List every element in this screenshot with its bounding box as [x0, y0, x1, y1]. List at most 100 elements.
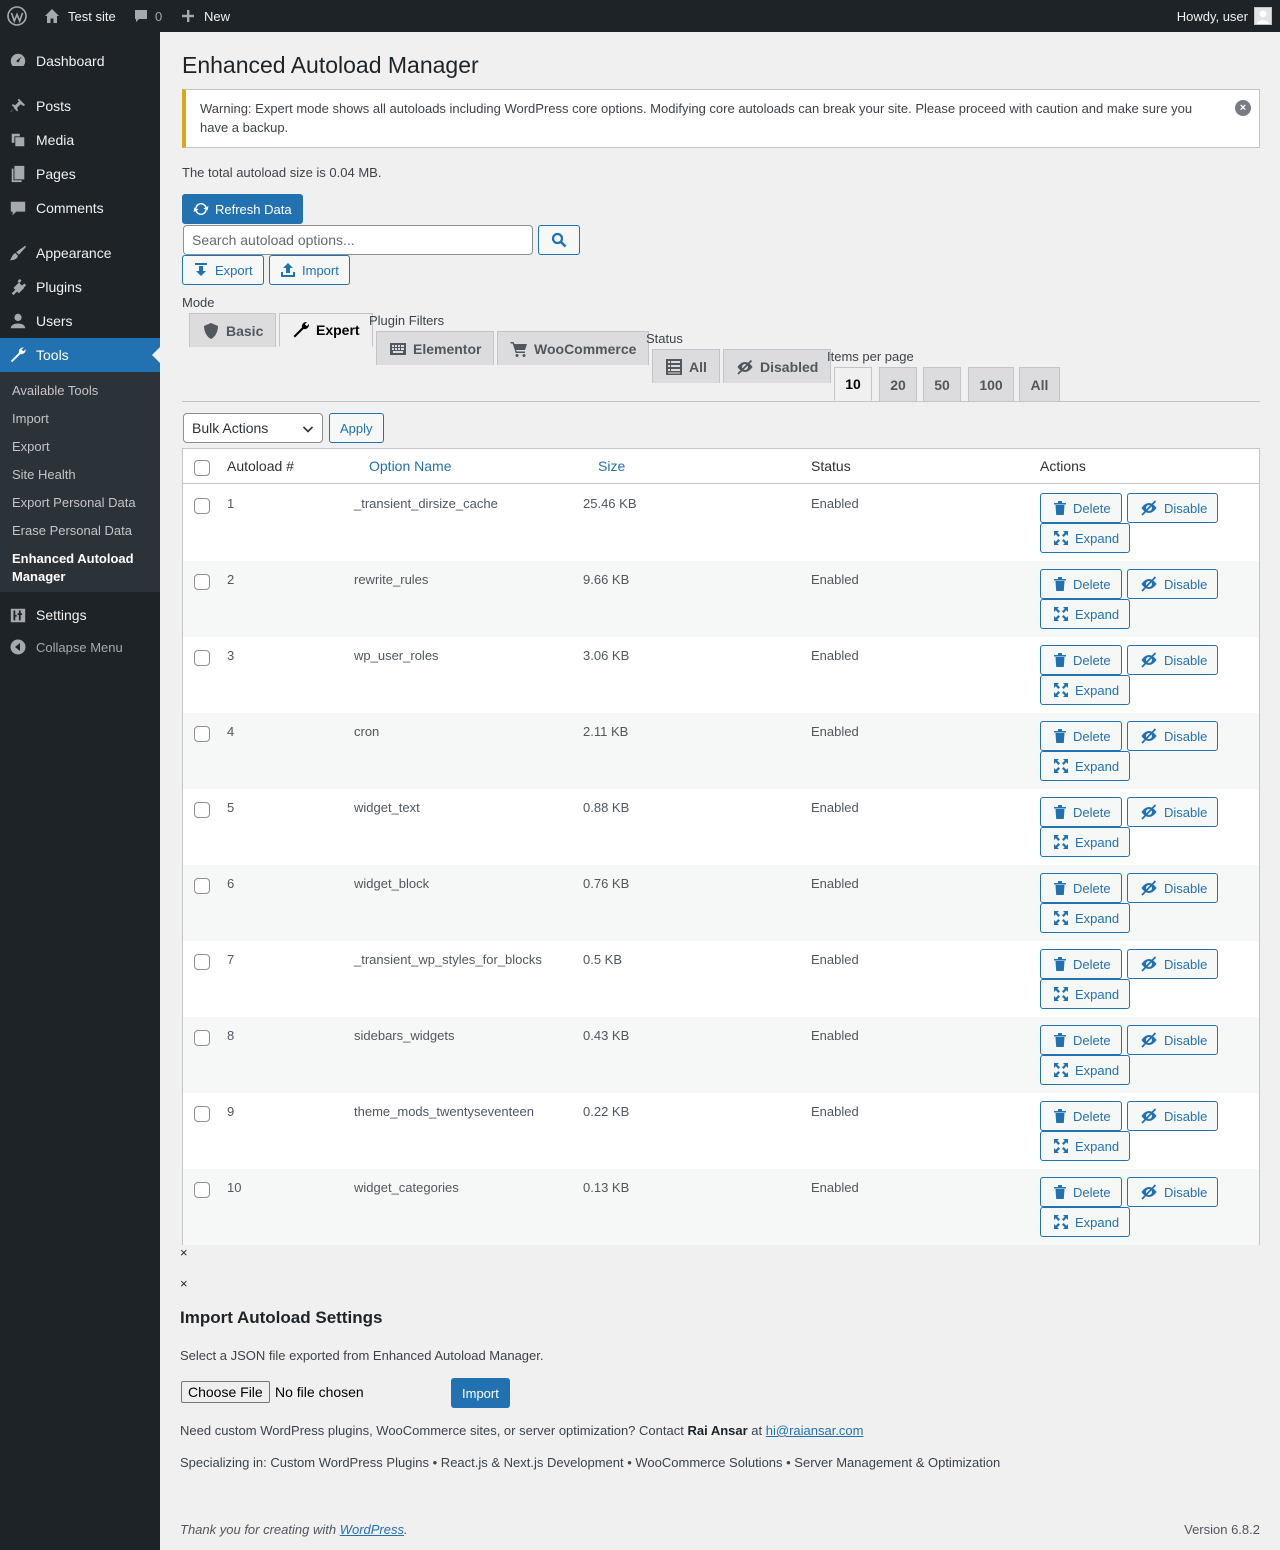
expand-button[interactable]: Expand [1040, 1207, 1131, 1237]
tab-basic-mode[interactable]: Basic [189, 313, 277, 347]
row-checkbox[interactable] [194, 498, 210, 514]
delete-label: Delete [1073, 500, 1111, 516]
collapse-menu-button[interactable]: Collapse Menu [0, 632, 160, 662]
row-checkbox[interactable] [194, 878, 210, 894]
row-checkbox[interactable] [194, 574, 210, 590]
tab-status-disabled[interactable]: Disabled [723, 349, 832, 383]
disable-button[interactable]: Disable [1127, 1101, 1219, 1131]
wordpress-logo-icon[interactable] [7, 0, 27, 32]
disable-button[interactable]: Disable [1127, 1177, 1219, 1207]
comments-link[interactable]: 0 [133, 0, 162, 32]
sidebar-item-media[interactable]: Media [0, 123, 160, 157]
choose-file-button[interactable]: Choose File [181, 1381, 270, 1403]
disable-button[interactable]: Disable [1127, 873, 1219, 903]
disable-button[interactable]: Disable [1127, 949, 1219, 979]
option-name-cell: widget_text [354, 800, 420, 815]
import-button[interactable]: Import [269, 255, 350, 285]
sidebar-item-dashboard[interactable]: Dashboard [0, 44, 160, 78]
row-checkbox[interactable] [194, 1106, 210, 1122]
import-submit-button[interactable]: Import [451, 1378, 510, 1408]
row-checkbox[interactable] [194, 1182, 210, 1198]
row-checkbox[interactable] [194, 954, 210, 970]
delete-button[interactable]: Delete [1040, 797, 1122, 827]
disable-button[interactable]: Disable [1127, 1025, 1219, 1055]
expand-button[interactable]: Expand [1040, 1131, 1131, 1161]
disable-button[interactable]: Disable [1127, 797, 1219, 827]
tab-per-page-50[interactable]: 50 [923, 367, 961, 401]
delete-button[interactable]: Delete [1040, 1025, 1122, 1055]
tab-woocommerce[interactable]: WooCommerce [497, 331, 650, 365]
expand-button[interactable]: Expand [1040, 523, 1131, 553]
row-checkbox[interactable] [194, 650, 210, 666]
tab-per-page-20[interactable]: 20 [879, 367, 917, 401]
disable-button[interactable]: Disable [1127, 645, 1219, 675]
tab-expert-mode[interactable]: Expert [279, 313, 373, 347]
new-content-link[interactable]: New [181, 0, 230, 32]
expand-button[interactable]: Expand [1040, 979, 1131, 1009]
submenu-item-import[interactable]: Import [12, 410, 152, 428]
close-icon[interactable]: × [180, 1276, 188, 1291]
sidebar-item-pages[interactable]: Pages [0, 157, 160, 191]
sidebar-item-tools[interactable]: Tools [0, 338, 160, 372]
delete-button[interactable]: Delete [1040, 721, 1122, 751]
submenu-item-erase-personal-data[interactable]: Erase Personal Data [12, 522, 152, 540]
bulk-actions-select[interactable]: Bulk Actions [183, 413, 323, 443]
contact-email-link[interactable]: hi@raiansar.com [766, 1423, 864, 1438]
delete-label: Delete [1073, 956, 1111, 972]
expand-button[interactable]: Expand [1040, 599, 1131, 629]
disable-button[interactable]: Disable [1127, 569, 1219, 599]
tab-elementor[interactable]: Elementor [376, 331, 495, 365]
tab-per-page-100[interactable]: 100 [968, 367, 1014, 401]
site-name-link[interactable]: Test site [44, 0, 116, 32]
avatar [1254, 7, 1272, 25]
disable-button[interactable]: Disable [1127, 721, 1219, 751]
my-account-link[interactable]: Howdy, user [1177, 0, 1272, 32]
select-all-checkbox[interactable] [194, 460, 210, 476]
tab-per-page-10[interactable]: 10 [834, 367, 872, 401]
expand-button[interactable]: Expand [1040, 903, 1131, 933]
delete-button[interactable]: Delete [1040, 873, 1122, 903]
sidebar-item-appearance[interactable]: Appearance [0, 236, 160, 270]
sidebar-item-plugins[interactable]: Plugins [0, 270, 160, 304]
delete-button[interactable]: Delete [1040, 645, 1122, 675]
column-option-name[interactable]: Option Name [369, 458, 451, 474]
row-checkbox[interactable] [194, 726, 210, 742]
sidebar-item-comments[interactable]: Comments [0, 191, 160, 225]
expand-button[interactable]: Expand [1040, 675, 1131, 705]
row-checkbox[interactable] [194, 1030, 210, 1046]
delete-button[interactable]: Delete [1040, 569, 1122, 599]
sidebar-item-posts[interactable]: Posts [0, 89, 160, 123]
submenu-item-available-tools[interactable]: Available Tools [12, 382, 152, 400]
wordpress-link[interactable]: WordPress [340, 1522, 404, 1537]
apply-button[interactable]: Apply [329, 413, 384, 443]
sidebar-item-users[interactable]: Users [0, 304, 160, 338]
submenu-item-site-health[interactable]: Site Health [12, 466, 152, 484]
row-checkbox[interactable] [194, 802, 210, 818]
submenu-item-enhanced-autoload-manager[interactable]: Enhanced Autoload Manager [12, 550, 152, 586]
disable-button[interactable]: Disable [1127, 493, 1219, 523]
refresh-data-button[interactable]: Refresh Data [182, 194, 303, 224]
delete-button[interactable]: Delete [1040, 493, 1122, 523]
delete-button[interactable]: Delete [1040, 1177, 1122, 1207]
tab-per-page-all[interactable]: All [1019, 367, 1060, 401]
column-size[interactable]: Size [598, 458, 625, 474]
export-button[interactable]: Export [182, 255, 264, 285]
search-input[interactable] [183, 225, 533, 255]
sidebar-item-settings[interactable]: Settings [0, 598, 160, 632]
dismiss-notice-icon[interactable]: × [1235, 100, 1251, 116]
tab-status-all[interactable]: All [652, 349, 720, 383]
submenu-item-export-personal-data[interactable]: Export Personal Data [12, 494, 152, 512]
delete-button[interactable]: Delete [1040, 949, 1122, 979]
expand-icon [1054, 683, 1068, 697]
autoload-number-cell: 6 [227, 876, 235, 891]
close-icon[interactable]: × [180, 1245, 188, 1260]
expand-button[interactable]: Expand [1040, 1055, 1131, 1085]
search-button[interactable] [538, 225, 580, 255]
trash-icon [1054, 729, 1066, 743]
expand-button[interactable]: Expand [1040, 751, 1131, 781]
sidebar-item-label: Comments [36, 200, 104, 216]
delete-button[interactable]: Delete [1040, 1101, 1122, 1131]
expand-button[interactable]: Expand [1040, 827, 1131, 857]
submenu-item-export[interactable]: Export [12, 438, 152, 456]
expand-label: Expand [1075, 910, 1120, 926]
